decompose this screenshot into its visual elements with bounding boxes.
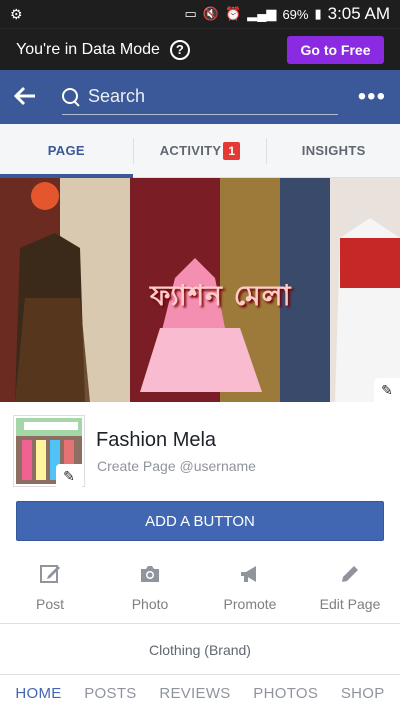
more-options-icon[interactable]: ••• xyxy=(358,83,386,111)
go-to-free-button[interactable]: Go to Free xyxy=(287,35,384,64)
tab-activity[interactable]: ACTIVITY 1 xyxy=(134,124,267,177)
tab-label: ACTIVITY xyxy=(159,143,222,158)
search-icon xyxy=(62,87,80,106)
tab-insights[interactable]: INSIGHTS xyxy=(267,124,400,177)
edit-profile-picture-icon[interactable]: ✎ xyxy=(56,464,82,488)
alarm-icon: ⏰ xyxy=(225,6,242,21)
status-left: ⚙ xyxy=(10,6,23,23)
post-action[interactable]: Post xyxy=(0,556,100,623)
tab-label: INSIGHTS xyxy=(301,143,366,158)
nav-shop[interactable]: SHOP xyxy=(341,685,385,702)
page-actions: Post Photo Promote Edit Page xyxy=(0,556,400,624)
help-icon[interactable]: ? xyxy=(169,39,190,60)
tab-label: PAGE xyxy=(47,143,85,158)
action-label: Promote xyxy=(223,596,277,612)
camera-icon xyxy=(138,562,162,586)
status-right: ▭ 🔇 ⏰ ▂▄▆ 69% ▮ 3:05 AM xyxy=(185,4,390,24)
back-arrow-icon[interactable] xyxy=(13,82,44,113)
battery-percent: 69% xyxy=(282,6,309,22)
data-mode-bar: You're in Data Mode ? Go to Free xyxy=(0,28,400,70)
data-mode-message: You're in Data Mode xyxy=(16,40,160,58)
add-a-button[interactable]: ADD A BUTTON xyxy=(16,501,384,541)
status-bar: ⚙ ▭ 🔇 ⏰ ▂▄▆ 69% ▮ 3:05 AM xyxy=(0,0,400,28)
photo-action[interactable]: Photo xyxy=(100,556,200,623)
page-section-nav: HOME POSTS REVIEWS PHOTOS SHOP xyxy=(0,675,400,711)
nav-photos[interactable]: PHOTOS xyxy=(253,685,318,702)
mute-icon: 🔇 xyxy=(202,6,220,21)
action-label: Edit Page xyxy=(319,596,381,612)
nav-posts[interactable]: POSTS xyxy=(84,685,136,702)
cover-title: ফ্যাশন মেলা xyxy=(150,279,292,312)
signal-icon: ▂▄▆ xyxy=(247,6,277,21)
nav-reviews[interactable]: REVIEWS xyxy=(159,685,230,702)
page-name: Fashion Mela xyxy=(96,429,217,451)
page-category[interactable]: Clothing (Brand) xyxy=(0,625,400,675)
clock: 3:05 AM xyxy=(327,4,390,23)
profile-section: ✎ Fashion Mela Create Page @username xyxy=(0,402,400,494)
activity-badge: 1 xyxy=(223,141,241,160)
megaphone-icon xyxy=(238,562,262,586)
create-username-link[interactable]: Create Page @username xyxy=(97,458,256,474)
search-header: Search ••• xyxy=(0,70,400,124)
nav-home[interactable]: HOME xyxy=(15,685,61,702)
edit-cover-icon[interactable]: ✎ xyxy=(374,378,400,402)
edit-square-icon xyxy=(38,562,62,586)
pencil-icon xyxy=(338,562,362,586)
cast-icon: ▭ xyxy=(184,6,197,21)
action-label: Photo xyxy=(131,596,169,612)
battery-icon: ▮ xyxy=(314,6,322,21)
promote-action[interactable]: Promote xyxy=(200,556,300,623)
cover-photo[interactable]: ফ্যাশন মেলা ✎ xyxy=(0,178,400,402)
search-input[interactable]: Search xyxy=(62,79,338,115)
tab-page[interactable]: PAGE xyxy=(0,124,133,178)
edit-page-action[interactable]: Edit Page xyxy=(300,556,400,623)
page-tabs: PAGE ACTIVITY 1 INSIGHTS xyxy=(0,124,400,178)
action-label: Post xyxy=(35,596,64,612)
settings-notification-icon: ⚙ xyxy=(10,5,23,22)
search-placeholder: Search xyxy=(88,86,146,106)
